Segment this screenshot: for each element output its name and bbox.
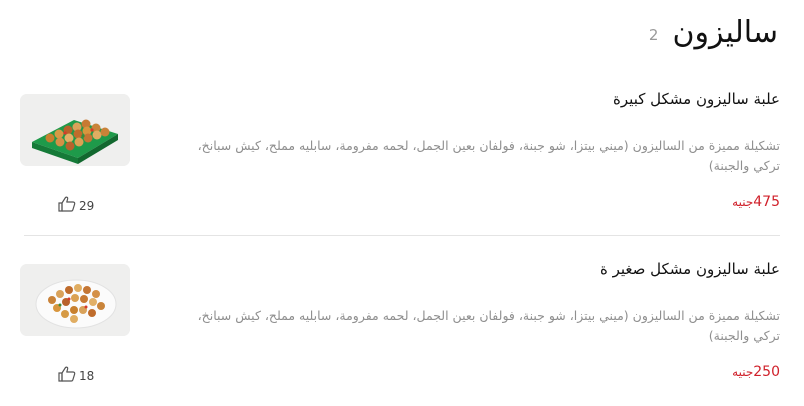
item-count: 2 bbox=[648, 26, 659, 44]
product-description: تشكيلة مميزة من الساليزون (ميني بيتزا، ش… bbox=[197, 308, 780, 343]
like-count: 18 bbox=[79, 369, 95, 383]
product-description: تشكيلة مميزة من الساليزون (ميني بيتزا، ش… bbox=[197, 138, 780, 173]
section-title: ساليزون bbox=[672, 14, 778, 50]
like-button[interactable]: 18 bbox=[58, 366, 94, 386]
thumbs-up-icon[interactable] bbox=[58, 196, 76, 216]
item-divider bbox=[24, 235, 780, 236]
product-price: 250 جنيه bbox=[732, 364, 780, 380]
menu-item[interactable]: علبة ساليزون مشكل صغير ة تشكيلة مميزة من… bbox=[20, 256, 780, 406]
thumbs-up-icon[interactable] bbox=[58, 366, 76, 386]
price-currency: جنيه bbox=[732, 365, 754, 379]
price-amount: 475 bbox=[753, 194, 780, 210]
product-name[interactable]: علبة ساليزون مشكل صغير ة bbox=[600, 260, 780, 278]
product-image[interactable] bbox=[20, 264, 130, 336]
price-currency: جنيه bbox=[732, 195, 754, 209]
product-name[interactable]: علبة ساليزون مشكل كبيرة bbox=[613, 90, 780, 108]
section-header: ساليزون 2 bbox=[649, 10, 778, 54]
price-amount: 250 bbox=[753, 364, 780, 380]
like-button[interactable]: 29 bbox=[58, 196, 94, 216]
menu-item[interactable]: علبة ساليزون مشكل كبيرة تشكيلة مميزة من … bbox=[20, 86, 780, 236]
product-image[interactable] bbox=[20, 94, 130, 166]
product-price: 475 جنيه bbox=[732, 194, 780, 210]
like-count: 29 bbox=[79, 199, 95, 213]
